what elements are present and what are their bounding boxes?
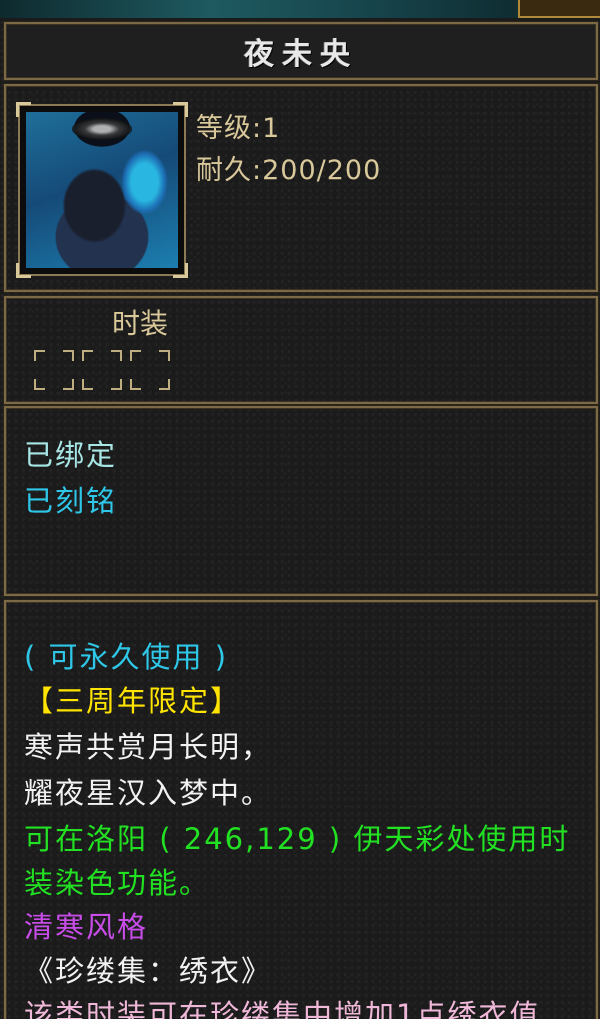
slot-row [34,350,170,390]
usage-text: ( 可永久使用 ) [24,640,229,674]
title-bar: 夜未央 [3,21,599,81]
slot-label: 时装 [112,307,169,340]
item-portrait [16,102,188,278]
item-name: 夜未央 [244,37,358,72]
collection-text: 《珍缕集：绣衣》 [24,954,273,988]
costume-image [26,112,178,268]
dye-text-1: 可在洛阳 ( 246,129 ) 伊天彩处使用时 [24,822,571,856]
style-text: 清寒风格 [24,910,149,944]
dye-text-2: 装染色功能。 [24,866,211,900]
item-tooltip: 夜未央 等级:1 耐久:200/200 时装 已绑定 已刻铭 ( 可永久使用 )… [0,0,600,1019]
item-level: 等级:1 [196,113,281,144]
background-scene [0,0,600,18]
costume-slot[interactable] [82,350,122,390]
collection-note: 该类时装可在珍缕集中增加1点绣衣值 [24,998,541,1019]
engraved-status: 已刻铭 [24,484,118,518]
poem-line-2: 耀夜星汉入梦中。 [24,776,273,810]
limited-text: 【三周年限定】 [24,684,242,718]
costume-slot[interactable] [130,350,170,390]
item-durability: 耐久:200/200 [196,155,382,186]
costume-slot[interactable] [34,350,74,390]
corner-ornament [518,0,600,18]
poem-line-1: 寒声共赏月长明， [24,730,273,764]
bound-status: 已绑定 [24,438,118,472]
